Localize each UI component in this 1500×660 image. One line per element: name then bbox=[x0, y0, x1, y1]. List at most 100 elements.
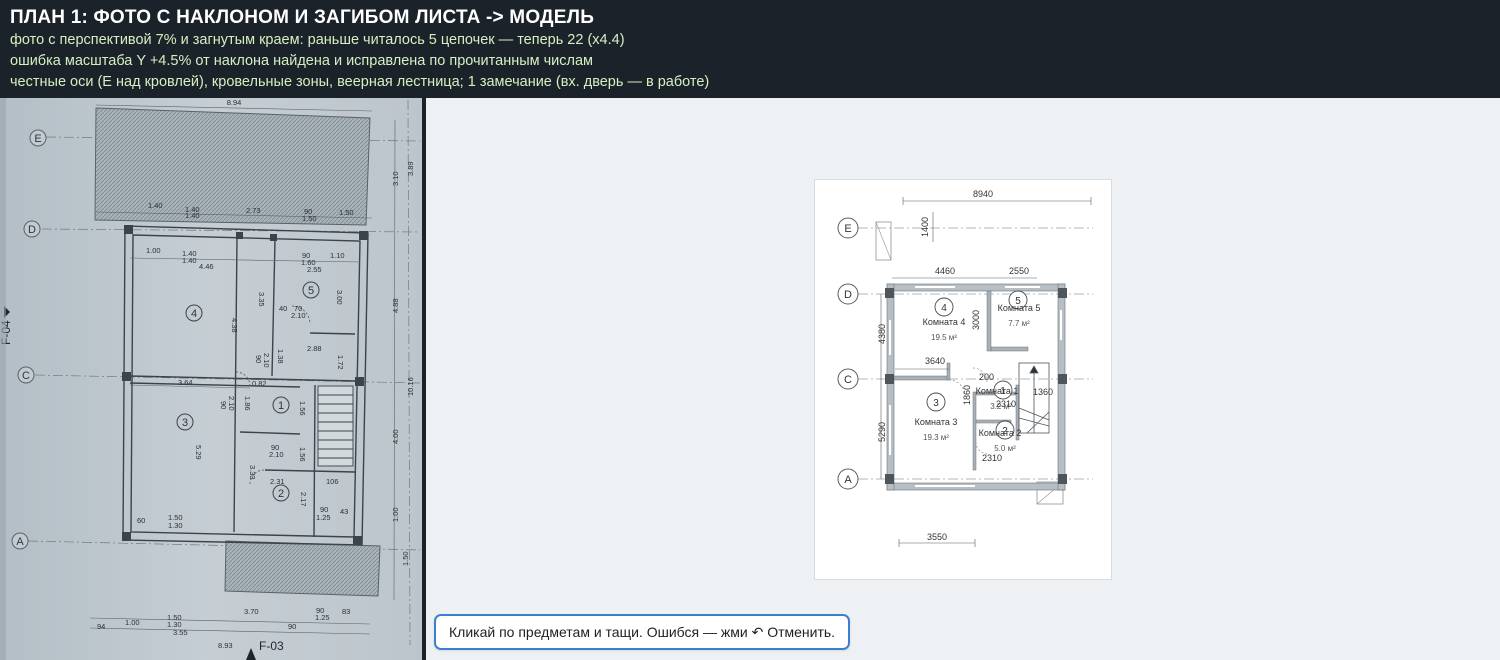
photo-stair bbox=[317, 385, 354, 467]
photo-dim: 2.10 bbox=[291, 311, 306, 320]
model-dim-left-ca: 5290 bbox=[877, 422, 887, 442]
photo-dim: 2.73 bbox=[246, 206, 261, 215]
photo-pane[interactable]: E D C A 4 5 3 1 2 8.94 1.40 1.40 1.40 2.… bbox=[0, 98, 424, 660]
model-room-4-num: 4 bbox=[941, 303, 947, 314]
photo-dim: 106 bbox=[326, 477, 339, 486]
photo-dim: 5.29 bbox=[194, 445, 203, 460]
hint-toast: Кликай по предметам и тащи. Ошибся — жми… bbox=[434, 614, 851, 650]
status-line-3: честные оси (E над кровлей), кровельные … bbox=[10, 74, 710, 90]
model-axis-C: C bbox=[844, 374, 852, 386]
photo-dim: 3.00 bbox=[335, 290, 344, 305]
model-fan-stair[interactable] bbox=[1018, 362, 1050, 434]
photo-dim: 1.86 bbox=[243, 396, 252, 411]
photo-dim: 1.25 bbox=[315, 613, 330, 622]
model-room-2-area: 5.0 м² bbox=[994, 444, 1016, 453]
photo-dim: 83 bbox=[342, 607, 350, 616]
photo-dim: 2.17 bbox=[299, 492, 308, 507]
model-room-1-area: 3.2 м² bbox=[990, 402, 1012, 411]
photo-porch-zone bbox=[224, 540, 381, 597]
photo-dim: 1.40 bbox=[185, 211, 200, 220]
photo-dim: 4.88 bbox=[391, 298, 400, 313]
photo-dim: 3.89 bbox=[406, 161, 415, 176]
page-title: ПЛАН 1: ФОТО С НАКЛОНОМ И ЗАГИБОМ ЛИСТА … bbox=[10, 7, 595, 28]
model-room-4-name[interactable]: Комната 4 bbox=[923, 317, 966, 327]
photo-dim: 3.55 bbox=[173, 628, 188, 637]
model-room-2-name[interactable]: Комната 2 bbox=[979, 428, 1022, 438]
photo-room-5: 5 bbox=[308, 285, 314, 297]
photo-dim: 10.16 bbox=[406, 377, 415, 396]
photo-axis-D: D bbox=[28, 224, 36, 236]
model-room-1-name[interactable]: Комната 1 bbox=[976, 386, 1019, 396]
photo-dim: 1.00 bbox=[125, 618, 140, 627]
model-dim-200: 200 bbox=[979, 372, 994, 382]
photo-dim: 1.50 bbox=[401, 551, 410, 566]
photo-dim: 0.82 bbox=[252, 379, 267, 388]
photo-room-1: 1 bbox=[278, 400, 284, 412]
model-dim-left-dc: 4380 bbox=[877, 324, 887, 344]
header-banner: ПЛАН 1: ФОТО С НАКЛОНОМ И ЗАГИБОМ ЛИСТА … bbox=[0, 0, 1500, 98]
photo-dim: 1.50 bbox=[302, 214, 317, 223]
model-room-3-num: 3 bbox=[933, 398, 939, 409]
photo-dim: 1.30 bbox=[168, 521, 183, 530]
photo-dim: 2.10 bbox=[262, 353, 271, 368]
photo-dim: 2.31 bbox=[270, 477, 285, 486]
photo-dim: 2.10 bbox=[269, 450, 284, 459]
photo-dim: 3.70 bbox=[244, 607, 259, 616]
photo-dim: 90 bbox=[288, 622, 296, 631]
model-axis-A: A bbox=[844, 474, 852, 486]
photo-room-2: 2 bbox=[278, 488, 284, 500]
paper-curl-shadow bbox=[0, 98, 6, 660]
model-dim-d-left: 4460 bbox=[935, 266, 955, 276]
photo-dim: 43 bbox=[340, 507, 348, 516]
status-line-2: ошибка масштаба Y +4.5% от наклона найде… bbox=[10, 53, 594, 69]
photo-dim: 60 bbox=[137, 516, 145, 525]
model-dim-2310b: 2310 bbox=[982, 453, 1002, 463]
hint-text: Кликай по предметам и тащи. Ошибся — жми… bbox=[449, 624, 836, 640]
model-dim-c-left: 3640 bbox=[925, 356, 945, 366]
photo-dim: 3.33 bbox=[248, 465, 257, 480]
status-line-1: фото с перспективой 7% и загнутым краем:… bbox=[10, 32, 625, 48]
model-axis-E: E bbox=[844, 223, 851, 235]
photo-axis-E: E bbox=[34, 133, 41, 145]
photo-dim: 1.40 bbox=[148, 201, 163, 210]
photo-dim: 1.50 bbox=[339, 208, 354, 217]
photo-room-4: 4 bbox=[191, 308, 197, 320]
photo-dim: 94 bbox=[97, 622, 105, 631]
model-dim-1860: 1860 bbox=[962, 385, 972, 405]
photo-plan-drawing: E D C A 4 5 3 1 2 8.94 1.40 1.40 1.40 2.… bbox=[0, 98, 424, 660]
photo-dim: 1.38 bbox=[276, 349, 285, 364]
photo-axis-C: C bbox=[22, 370, 30, 382]
model-axis-D: D bbox=[844, 289, 852, 301]
photo-dim: 2.88 bbox=[307, 344, 322, 353]
model-room-5-area: 7.7 м² bbox=[1008, 319, 1030, 328]
model-canvas[interactable]: E D C A 8940 1400 4460 2550 4380 5290 30… bbox=[814, 179, 1112, 580]
model-dim-top: 8940 bbox=[973, 189, 993, 199]
model-dim-d-right: 2550 bbox=[1009, 266, 1029, 276]
photo-dim: 1.00 bbox=[146, 246, 161, 255]
photo-dim: 90 bbox=[254, 355, 263, 363]
photo-room-3: 3 bbox=[182, 417, 188, 429]
photo-dim-total-top: 8.94 bbox=[227, 98, 242, 107]
model-room-3-name[interactable]: Комната 3 bbox=[915, 417, 958, 427]
photo-dim: 3.35 bbox=[257, 292, 266, 307]
photo-section-bottom: F-03 bbox=[259, 639, 284, 653]
model-dim-roof: 1400 bbox=[920, 217, 930, 237]
photo-dim: 1.56 bbox=[298, 401, 307, 416]
photo-dim: 4.38 bbox=[230, 318, 239, 333]
photo-dim: 1.25 bbox=[316, 513, 331, 522]
model-pane[interactable]: E D C A 8940 1400 4460 2550 4380 5290 30… bbox=[426, 98, 1500, 660]
model-axis-bubbles bbox=[837, 217, 859, 490]
photo-dim: 90 bbox=[219, 401, 228, 409]
photo-dim: 2.55 bbox=[307, 265, 322, 274]
model-dim-1360: 1360 bbox=[1033, 387, 1053, 397]
model-room-3-area: 19.3 м² bbox=[923, 433, 949, 442]
photo-dim: 3.10 bbox=[391, 171, 400, 186]
photo-dim: 40 bbox=[279, 304, 287, 313]
model-room-5-name[interactable]: Комната 5 bbox=[998, 303, 1041, 313]
photo-axis-A: A bbox=[16, 536, 24, 548]
photo-dim: 3.64 bbox=[178, 378, 193, 387]
photo-dim: 4.46 bbox=[199, 262, 214, 271]
photo-dim-total-bottom: 8.93 bbox=[218, 641, 233, 650]
photo-dim: 2.10 bbox=[227, 396, 236, 411]
photo-roof-zone bbox=[94, 107, 371, 226]
